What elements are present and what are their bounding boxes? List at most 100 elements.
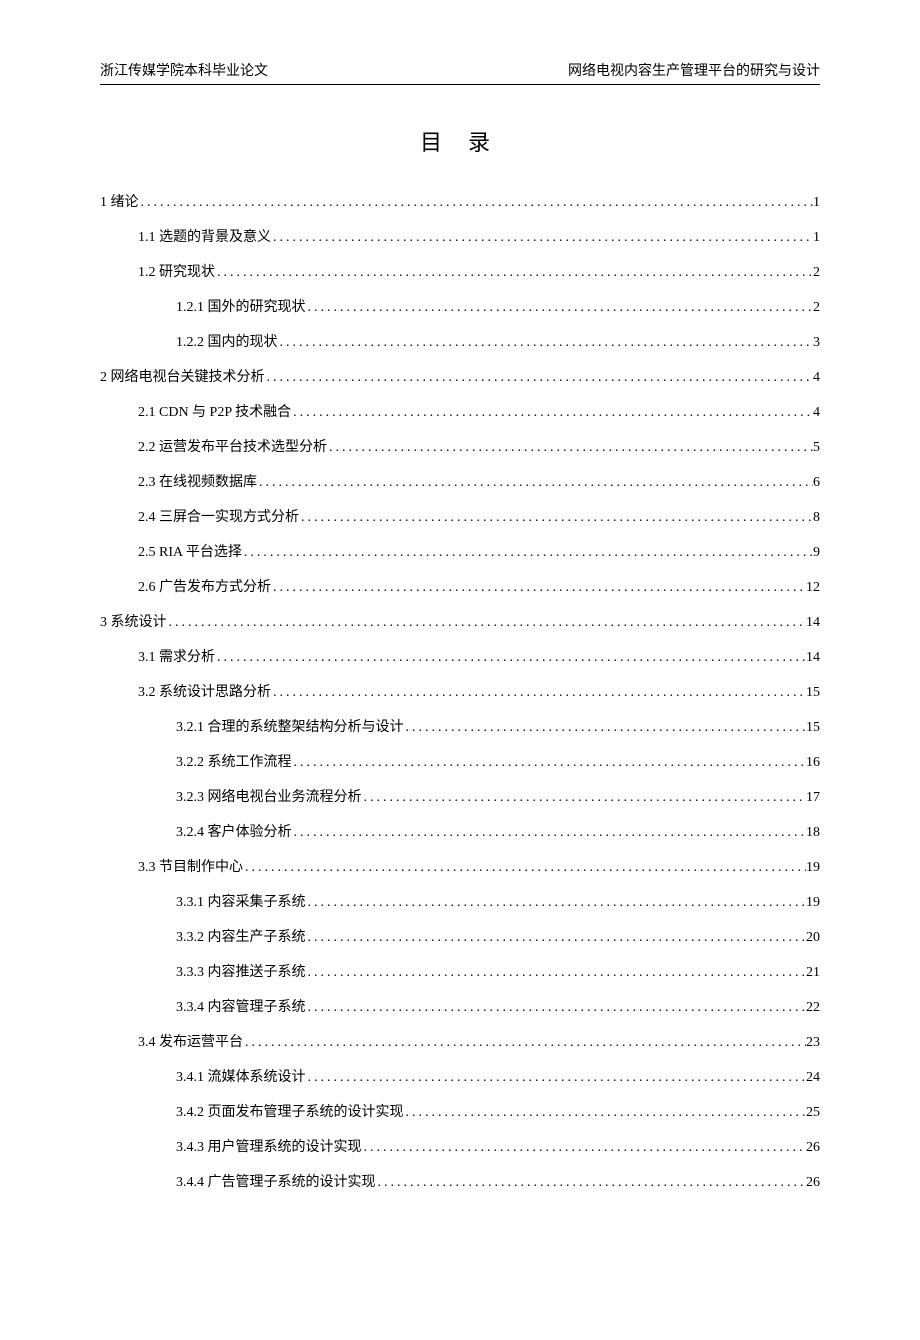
toc-entry-page: 14 [806, 640, 820, 675]
toc-entry: 3 系统设计 14 [100, 605, 820, 640]
toc-entry-page: 14 [806, 605, 820, 640]
toc-dots [376, 1165, 807, 1200]
toc-entry-label: 3.4 发布运营平台 [138, 1025, 243, 1060]
toc-dots [362, 1130, 807, 1165]
toc-entry-label: 3.2.1 合理的系统整架结构分析与设计 [176, 710, 404, 745]
toc-entry: 3.3.2 内容生产子系统 20 [100, 920, 820, 955]
toc-entry: 1 绪论 1 [100, 185, 820, 220]
toc-entry-page: 26 [806, 1130, 820, 1165]
toc-entry-page: 25 [806, 1095, 820, 1130]
toc-entry: 2.1 CDN 与 P2P 技术融合 4 [100, 395, 820, 430]
toc-dots [243, 850, 806, 885]
toc-entry-page: 22 [806, 990, 820, 1025]
toc-entry: 3.4.1 流媒体系统设计 24 [100, 1060, 820, 1095]
toc-entry-page: 2 [813, 255, 820, 290]
toc-entry: 3.3.1 内容采集子系统 19 [100, 885, 820, 920]
toc-entry: 2 网络电视台关键技术分析 4 [100, 360, 820, 395]
toc-entry: 3.3 节目制作中心 19 [100, 850, 820, 885]
toc-entry-label: 2.1 CDN 与 P2P 技术融合 [138, 395, 291, 430]
toc-dots [243, 1025, 806, 1060]
toc-dots [271, 220, 813, 255]
toc-dots [167, 605, 807, 640]
toc-entry-page: 1 [813, 185, 820, 220]
toc-entry: 3.2 系统设计思路分析 15 [100, 675, 820, 710]
toc-entry-label: 3.3.1 内容采集子系统 [176, 885, 306, 920]
toc-entry-label: 3.4.1 流媒体系统设计 [176, 1060, 306, 1095]
toc-entry-page: 6 [813, 465, 820, 500]
toc-entry-page: 18 [806, 815, 820, 850]
toc-entry-page: 20 [806, 920, 820, 955]
toc-dots [299, 500, 813, 535]
toc-entry-page: 4 [813, 360, 820, 395]
toc-entry-page: 19 [806, 885, 820, 920]
toc-entry-label: 3.1 需求分析 [138, 640, 215, 675]
toc-entry-page: 3 [813, 325, 820, 360]
toc-dots [292, 745, 807, 780]
toc-entry: 2.4 三屏合一实现方式分析8 [100, 500, 820, 535]
toc-dots [404, 710, 807, 745]
toc-entry-label: 3.4.3 用户管理系统的设计实现 [176, 1130, 362, 1165]
toc-entry-page: 17 [806, 780, 820, 815]
toc-entry-label: 2.6 广告发布方式分析 [138, 570, 271, 605]
toc-dots [306, 290, 814, 325]
toc-entry: 3.2.3 网络电视台业务流程分析 17 [100, 780, 820, 815]
toc-entry: 3.4.4 广告管理子系统的设计实现 26 [100, 1165, 820, 1200]
toc-entry-label: 3.2 系统设计思路分析 [138, 675, 271, 710]
toc-entry: 2.6 广告发布方式分析 12 [100, 570, 820, 605]
toc-dots [265, 360, 814, 395]
toc-entry-label: 3.3 节目制作中心 [138, 850, 243, 885]
header-left: 浙江传媒学院本科毕业论文 [100, 60, 268, 80]
toc-dots [306, 920, 807, 955]
toc-entry-label: 3.2.4 客户体验分析 [176, 815, 292, 850]
toc-entry-label: 2.5 RIA 平台选择 [138, 535, 242, 570]
toc-entry-page: 15 [806, 675, 820, 710]
toc-entry: 3.4 发布运营平台23 [100, 1025, 820, 1060]
toc-entry: 1.2 研究现状 2 [100, 255, 820, 290]
toc-dots [306, 990, 807, 1025]
toc-entry-page: 16 [806, 745, 820, 780]
toc-entry-label: 1.2.1 国外的研究现状 [176, 290, 306, 325]
toc-dots [306, 885, 807, 920]
toc-entry-page: 5 [813, 430, 820, 465]
toc-entry-label: 1.1 选题的背景及意义 [138, 220, 271, 255]
toc-entry: 2.2 运营发布平台技术选型分析5 [100, 430, 820, 465]
toc-dots [362, 780, 807, 815]
toc-entry: 3.2.4 客户体验分析 18 [100, 815, 820, 850]
toc-entry-label: 2 网络电视台关键技术分析 [100, 360, 265, 395]
toc-entry: 2.3 在线视频数据库 6 [100, 465, 820, 500]
toc-entry-page: 19 [806, 850, 820, 885]
toc-entry: 3.2.2 系统工作流程 16 [100, 745, 820, 780]
toc-entry-label: 1.2.2 国内的现状 [176, 325, 278, 360]
toc-dots [306, 1060, 807, 1095]
toc-dots [139, 185, 814, 220]
toc-entry-page: 21 [806, 955, 820, 990]
toc-dots [257, 465, 813, 500]
toc-entry-label: 2.4 三屏合一实现方式分析 [138, 500, 299, 535]
toc-dots [291, 395, 813, 430]
toc-entry: 3.4.2 页面发布管理子系统的设计实现25 [100, 1095, 820, 1130]
toc-dots [215, 255, 813, 290]
toc-entry-label: 2.3 在线视频数据库 [138, 465, 257, 500]
page-header: 浙江传媒学院本科毕业论文 网络电视内容生产管理平台的研究与设计 [100, 60, 820, 85]
toc-entry-page: 26 [806, 1165, 820, 1200]
toc-entry-page: 2 [813, 290, 820, 325]
toc-entry-label: 1.2 研究现状 [138, 255, 215, 290]
toc-entry: 1.2.1 国外的研究现状 2 [100, 290, 820, 325]
toc-entry-label: 3.2.2 系统工作流程 [176, 745, 292, 780]
toc-entry-label: 3.4.4 广告管理子系统的设计实现 [176, 1165, 376, 1200]
toc-entry-label: 3.3.3 内容推送子系统 [176, 955, 306, 990]
toc-dots [271, 570, 806, 605]
toc-entry-label: 3 系统设计 [100, 605, 167, 640]
toc-dots [404, 1095, 807, 1130]
toc-entry-label: 3.2.3 网络电视台业务流程分析 [176, 780, 362, 815]
toc-entry-label: 3.3.2 内容生产子系统 [176, 920, 306, 955]
toc-entry-page: 24 [806, 1060, 820, 1095]
toc-entry-page: 12 [806, 570, 820, 605]
toc-entry: 1.2.2 国内的现状 3 [100, 325, 820, 360]
toc-dots [215, 640, 806, 675]
toc-entry-label: 1 绪论 [100, 185, 139, 220]
toc-entry: 1.1 选题的背景及意义1 [100, 220, 820, 255]
toc-dots [327, 430, 813, 465]
toc-entry-label: 3.3.4 内容管理子系统 [176, 990, 306, 1025]
toc-entry-page: 4 [813, 395, 820, 430]
